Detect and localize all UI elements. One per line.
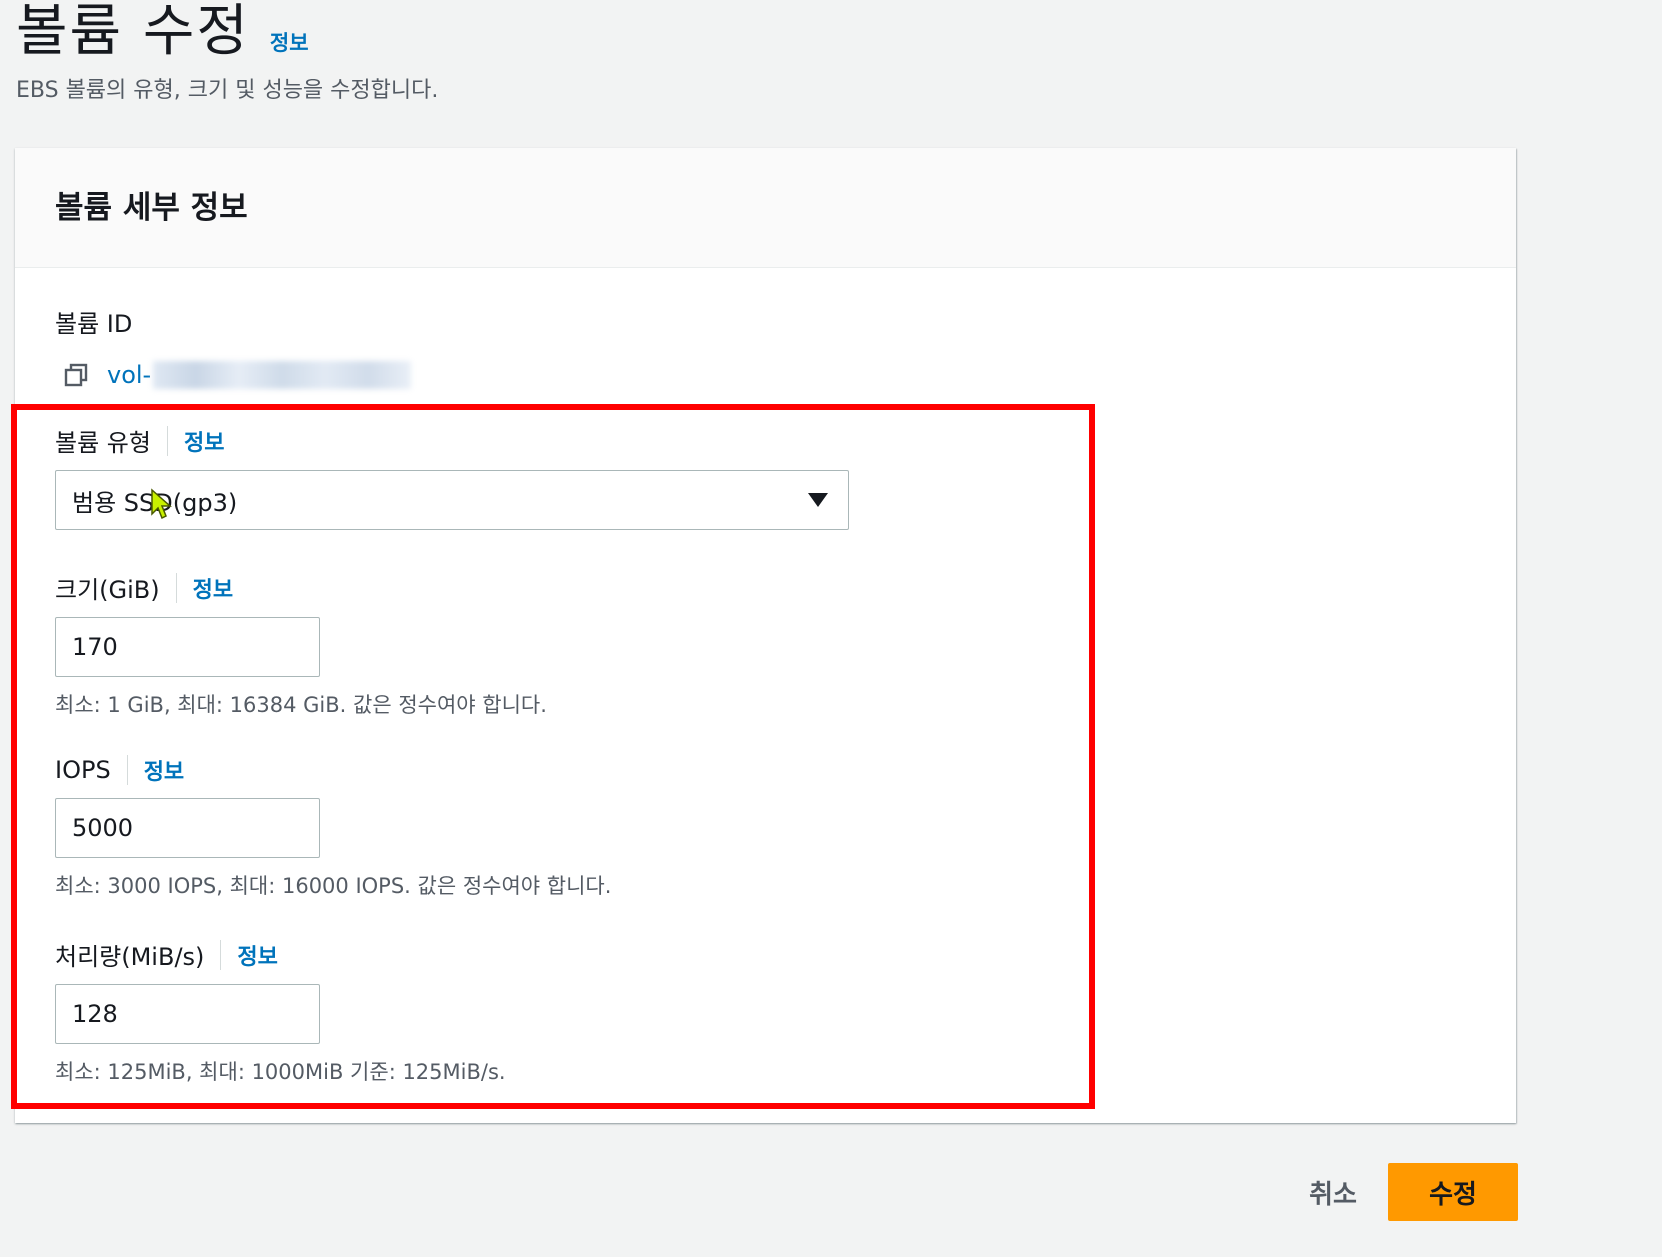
size-field: 크기(GiB) 정보 170 최소: 1 GiB, 최대: 16384 GiB.… bbox=[55, 570, 547, 719]
volume-details-panel: 볼륨 세부 정보 볼륨 ID vol- 볼륨 유형 정보 범용 SSD(gp3)… bbox=[15, 148, 1516, 1123]
volume-type-label: 볼륨 유형 bbox=[55, 429, 151, 457]
iops-input[interactable]: 5000 bbox=[55, 798, 320, 858]
iops-field: IOPS 정보 5000 최소: 3000 IOPS, 최대: 16000 IO… bbox=[55, 754, 611, 900]
volume-id-row: vol- bbox=[55, 361, 412, 389]
mouse-cursor-icon bbox=[151, 488, 172, 520]
volume-type-field: 볼륨 유형 정보 범용 SSD(gp3) bbox=[55, 423, 849, 530]
panel-header: 볼륨 세부 정보 bbox=[15, 148, 1516, 268]
volume-id-label-text: 볼륨 ID bbox=[55, 310, 133, 338]
copy-icon[interactable] bbox=[63, 362, 89, 388]
modify-button[interactable]: 수정 bbox=[1388, 1163, 1518, 1221]
volume-type-select[interactable]: 범용 SSD(gp3) bbox=[55, 470, 849, 530]
page-description: EBS 볼륨의 유형, 크기 및 성능을 수정합니다. bbox=[16, 78, 439, 103]
page-title: 볼륨 수정 bbox=[16, 0, 250, 64]
label-divider bbox=[220, 939, 222, 970]
throughput-label-row: 처리량(MiB/s) 정보 bbox=[55, 937, 506, 972]
panel-title: 볼륨 세부 정보 bbox=[55, 190, 248, 226]
volume-id-label: 볼륨 ID bbox=[55, 304, 411, 339]
cancel-button[interactable]: 취소 bbox=[1268, 1163, 1398, 1221]
size-hint: 최소: 1 GiB, 최대: 16384 GiB. 값은 정수여야 합니다. bbox=[55, 693, 547, 717]
page-title-row: 볼륨 수정 정보 bbox=[16, 0, 309, 67]
label-divider bbox=[175, 572, 177, 603]
volume-id-field: 볼륨 ID vol- bbox=[55, 304, 412, 389]
iops-label-row: IOPS 정보 bbox=[55, 754, 611, 786]
iops-label: IOPS bbox=[55, 756, 111, 784]
caret-down-icon bbox=[808, 493, 828, 507]
iops-info-link[interactable]: 정보 bbox=[144, 754, 184, 786]
throughput-label: 처리량(MiB/s) bbox=[55, 943, 205, 971]
volume-id-link[interactable]: vol- bbox=[107, 361, 151, 389]
header-info-link[interactable]: 정보 bbox=[270, 27, 309, 57]
volume-type-label-row: 볼륨 유형 정보 bbox=[55, 423, 849, 458]
throughput-info-link[interactable]: 정보 bbox=[237, 939, 277, 971]
size-info-link[interactable]: 정보 bbox=[193, 572, 233, 604]
size-input[interactable]: 170 bbox=[55, 617, 320, 677]
label-divider bbox=[126, 755, 128, 785]
redacted-volume-id bbox=[153, 361, 412, 389]
iops-hint: 최소: 3000 IOPS, 최대: 16000 IOPS. 값은 정수여야 합… bbox=[55, 874, 612, 898]
size-label: 크기(GiB) bbox=[55, 576, 160, 604]
throughput-hint: 최소: 125MiB, 최대: 1000MiB 기준: 125MiB/s. bbox=[55, 1060, 506, 1084]
throughput-input[interactable]: 128 bbox=[55, 984, 320, 1044]
volume-type-info-link[interactable]: 정보 bbox=[184, 425, 224, 457]
label-divider bbox=[166, 425, 168, 456]
throughput-field: 처리량(MiB/s) 정보 128 최소: 125MiB, 최대: 1000Mi… bbox=[55, 937, 506, 1086]
size-label-row: 크기(GiB) 정보 bbox=[55, 570, 547, 605]
